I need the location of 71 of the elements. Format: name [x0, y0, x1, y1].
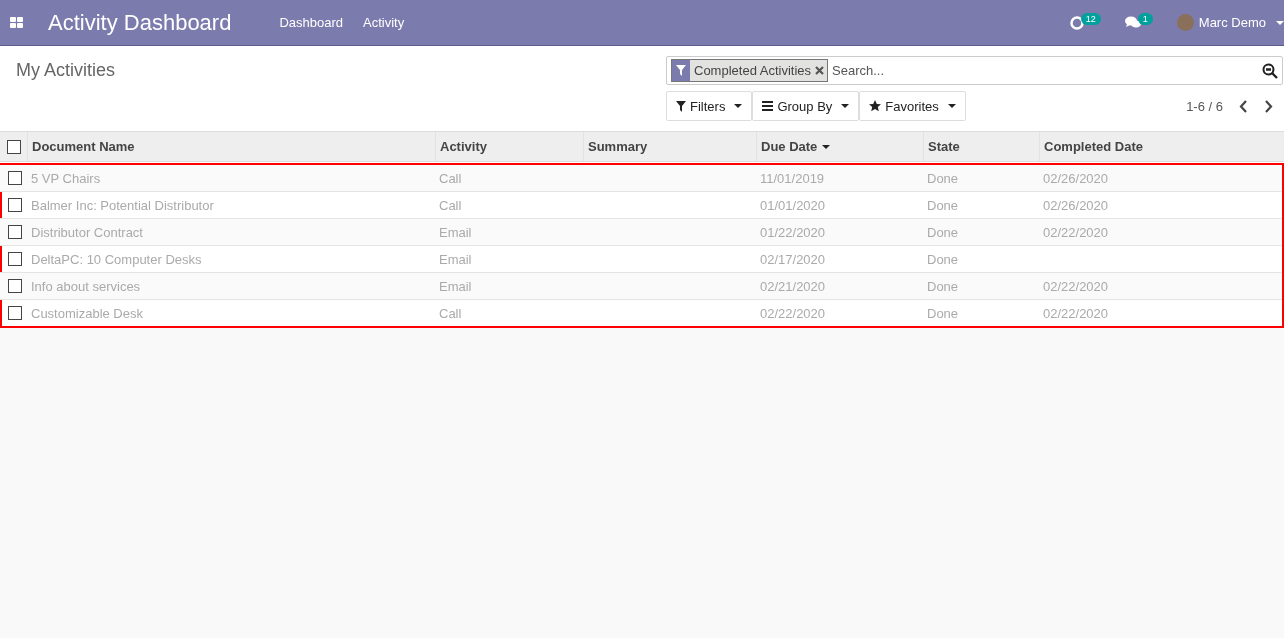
- search-field[interactable]: Completed Activities Search...: [666, 56, 1283, 85]
- table-cell: DeltaPC: 10 Computer Desks: [31, 251, 202, 267]
- funnel-icon: [676, 65, 686, 76]
- table-cell: 02/22/2020: [1043, 224, 1109, 240]
- table-cell: 5 VP Chairs: [31, 170, 101, 186]
- table-cell: 02/17/2020: [760, 251, 826, 267]
- message-count-badge: 1: [1137, 13, 1153, 25]
- table-cell: Email: [439, 224, 472, 240]
- table-cell: Done: [927, 251, 959, 267]
- table-cell: 02/26/2020: [1043, 197, 1109, 213]
- avatar-icon: [1176, 14, 1194, 31]
- search-option-button[interactable]: Filters: [666, 91, 753, 121]
- table-cell: 02/22/2020: [760, 305, 826, 321]
- table-cell: Email: [439, 251, 472, 267]
- table-cell: Done: [927, 197, 959, 213]
- row-checkbox[interactable]: [7, 171, 22, 185]
- table-cell: Done: [927, 278, 959, 294]
- caret-icon: [841, 104, 850, 108]
- table-cell: 01/01/2020: [760, 197, 826, 213]
- column-header[interactable]: State: [923, 132, 1039, 161]
- table-cell: Balmer Inc: Potential Distributor: [31, 197, 214, 213]
- table-cell: Email: [439, 278, 472, 294]
- table-cell: Call: [439, 170, 462, 186]
- table-cell: 02/22/2020: [1043, 305, 1109, 321]
- table-cell: Customizable Desk: [31, 305, 143, 321]
- pager-value: 1-6 / 6: [1186, 98, 1223, 114]
- row-checkbox[interactable]: [7, 306, 22, 320]
- table-cell: Distributor Contract: [31, 224, 143, 240]
- column-header[interactable]: Summary: [583, 132, 756, 161]
- menu-link[interactable]: Activity: [363, 15, 405, 30]
- caret-icon: [1276, 20, 1284, 25]
- table-cell: 01/22/2020: [760, 224, 826, 240]
- app-title: Activity Dashboard: [48, 9, 232, 36]
- table-cell: Done: [927, 305, 959, 321]
- breadcrumb-title: My Activities: [16, 60, 116, 80]
- column-header[interactable]: Activity: [435, 132, 583, 161]
- remove-icon[interactable]: [815, 66, 825, 75]
- next-icon[interactable]: [1264, 99, 1273, 113]
- table-cell: Call: [439, 197, 462, 213]
- funnel-icon: [676, 100, 686, 112]
- clock-icon[interactable]: [1069, 15, 1084, 30]
- caret-icon: [734, 104, 743, 108]
- activity-count-badge: 12: [1080, 13, 1101, 25]
- column-header[interactable]: Completed Date: [1039, 132, 1284, 161]
- row-checkbox[interactable]: [7, 279, 22, 293]
- select-all-checkbox[interactable]: [6, 139, 21, 154]
- chat-icon[interactable]: [1124, 16, 1141, 29]
- user-menu[interactable]: Marc Demo: [1176, 14, 1284, 31]
- table-cell: 02/22/2020: [1043, 278, 1109, 294]
- column-header[interactable]: Due Date: [756, 132, 923, 161]
- table-cell: 02/21/2020: [760, 278, 826, 294]
- filter-facet[interactable]: Completed Activities: [671, 59, 829, 82]
- table-cell: Done: [927, 224, 959, 240]
- table-cell: Call: [439, 305, 462, 321]
- list-icon: [762, 101, 774, 111]
- row-checkbox[interactable]: [7, 252, 22, 266]
- table-cell: Done: [927, 170, 959, 186]
- star-icon: [869, 100, 882, 112]
- search-icon[interactable]: [1262, 62, 1278, 79]
- search-option-button[interactable]: Group By: [752, 91, 860, 121]
- search-option-button[interactable]: Favorites: [859, 91, 966, 121]
- row-checkbox[interactable]: [7, 225, 22, 239]
- table-cell: Info about services: [31, 278, 141, 294]
- menu-link[interactable]: Dashboard: [279, 15, 344, 30]
- row-checkbox[interactable]: [7, 198, 22, 212]
- table-cell: 02/26/2020: [1043, 170, 1109, 186]
- previous-icon[interactable]: [1239, 99, 1248, 113]
- table-cell: 11/01/2019: [760, 170, 825, 186]
- column-header[interactable]: Document Name: [27, 132, 435, 161]
- apps-menu-icon[interactable]: [10, 17, 23, 28]
- caret-icon: [947, 104, 956, 108]
